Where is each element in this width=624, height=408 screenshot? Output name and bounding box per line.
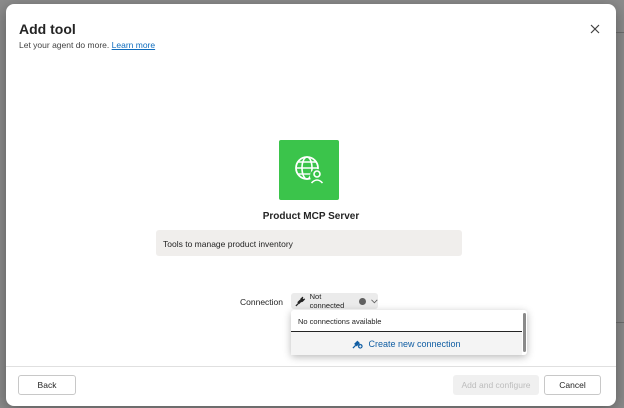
- plug-disconnected-icon: [295, 296, 306, 306]
- add-and-configure-button[interactable]: Add and configure: [453, 375, 539, 395]
- close-button[interactable]: [588, 22, 602, 36]
- connection-status: Not connected: [309, 292, 345, 310]
- connection-label: Connection: [240, 297, 284, 307]
- back-button[interactable]: Back: [18, 375, 76, 395]
- footer-divider: [6, 366, 616, 367]
- create-connection-label: Create new connection: [368, 338, 461, 349]
- cancel-button[interactable]: Cancel: [544, 375, 601, 395]
- menu-scrollbar[interactable]: [523, 313, 526, 352]
- tool-description: Tools to manage product inventory: [163, 239, 293, 249]
- subtitle-text: Let your agent do more.: [19, 40, 110, 50]
- tool-name: Product MCP Server: [262, 211, 360, 222]
- no-connections-text: No connections available: [298, 317, 382, 326]
- close-icon: [590, 24, 600, 34]
- chevron-down-icon: [371, 299, 378, 303]
- status-dot-icon: [359, 297, 367, 305]
- connection-menu: No connections available Create new conn…: [291, 310, 527, 355]
- dialog-subtitle: Let your agent do more. Learn more: [19, 40, 155, 50]
- plug-add-icon: [352, 340, 364, 349]
- dialog-title: Add tool: [19, 21, 76, 37]
- connection-dropdown[interactable]: Not connected: [291, 292, 378, 310]
- create-connection-button[interactable]: Create new connection: [291, 332, 522, 355]
- tool-icon-tile: [279, 140, 339, 200]
- tool-description-box: Tools to manage product inventory: [156, 230, 462, 256]
- learn-more-link[interactable]: Learn more: [112, 40, 155, 50]
- add-tool-dialog: Add tool Let your agent do more. Learn m…: [6, 4, 616, 406]
- globe-person-icon: [295, 156, 324, 184]
